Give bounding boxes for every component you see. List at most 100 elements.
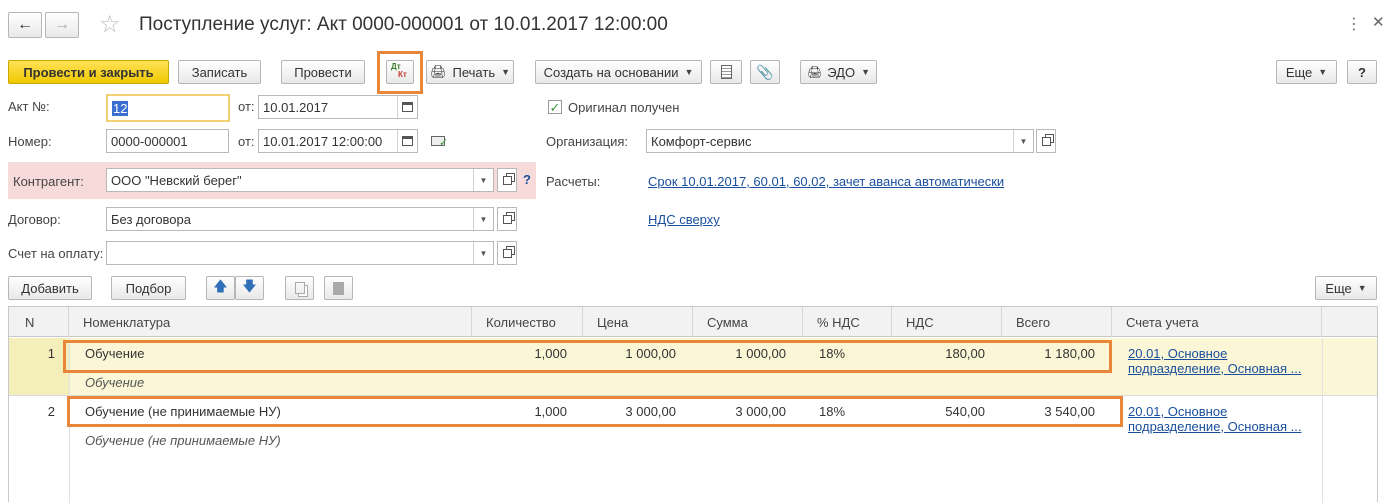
- number-label: Номер:: [8, 134, 52, 149]
- services-table[interactable]: N Номенклатура Количество Цена Сумма % Н…: [8, 306, 1378, 503]
- vat-cell[interactable]: 540,00: [892, 404, 985, 419]
- invoice-input[interactable]: ▼: [106, 241, 494, 265]
- sum-cell[interactable]: 3 000,00: [693, 404, 786, 419]
- accounts-link[interactable]: 20.01, Основное: [1128, 404, 1227, 419]
- print-button[interactable]: 🖨 Печать ▼: [426, 60, 514, 84]
- price-cell[interactable]: 1 000,00: [583, 346, 676, 361]
- chevron-down-icon: ▼: [1357, 283, 1367, 293]
- total-cell[interactable]: 1 180,00: [1002, 346, 1095, 361]
- organization-input[interactable]: Комфорт-сервис ▼: [646, 129, 1034, 153]
- column-header-label: Номенклатура: [83, 314, 171, 330]
- column-header-price[interactable]: Цена: [583, 307, 693, 337]
- dt-kt-button[interactable]: Дт Кт: [386, 60, 414, 84]
- more-icon[interactable]: ⋮: [1346, 14, 1362, 34]
- column-header-label: Счета учета: [1126, 314, 1199, 330]
- paste-icon: [333, 281, 344, 295]
- table-row[interactable]: 1 Обучение Обучение 1,000 1 000,00 1 000…: [9, 338, 1377, 395]
- copy-row-button[interactable]: [285, 276, 314, 300]
- column-header-vat[interactable]: НДС: [892, 307, 1002, 337]
- paperclip-icon: 📎: [756, 63, 774, 80]
- print-label: Печать: [452, 64, 496, 80]
- organization-open-button[interactable]: [1036, 129, 1056, 153]
- qty-cell[interactable]: 1,000: [472, 404, 567, 419]
- kt-text: Кт: [398, 70, 407, 79]
- pick-button[interactable]: Подбор: [111, 276, 186, 300]
- table-header: N Номенклатура Количество Цена Сумма % Н…: [9, 307, 1377, 337]
- chevron-down-icon[interactable]: ▼: [473, 242, 493, 264]
- document-icon: [720, 65, 732, 79]
- pick-label: Подбор: [125, 280, 172, 296]
- table-more-button[interactable]: Еще ▼: [1315, 276, 1377, 300]
- contract-open-button[interactable]: [497, 207, 517, 231]
- edo-button[interactable]: 🖨 ЭДО ▼: [800, 60, 877, 84]
- star-icon[interactable]: ☆: [99, 10, 121, 39]
- column-divider: [69, 338, 70, 503]
- number-input[interactable]: 0000-000001: [106, 129, 229, 153]
- save-label: Записать: [191, 64, 248, 80]
- vat-on-top-link[interactable]: НДС сверху: [648, 212, 720, 227]
- number-date-from-label: от:: [238, 134, 255, 149]
- item-name[interactable]: Обучение: [85, 346, 144, 361]
- help-button[interactable]: ?: [1347, 60, 1377, 84]
- more-button[interactable]: Еще ▼: [1276, 60, 1337, 84]
- attachment-button[interactable]: 📎: [750, 60, 780, 84]
- dt-kt-icon: Дт Кт: [391, 62, 409, 80]
- move-up-button[interactable]: 🡅: [206, 276, 235, 300]
- column-header-n[interactable]: N: [9, 307, 69, 337]
- sum-cell[interactable]: 1 000,00: [693, 346, 786, 361]
- contract-value: Без договора: [111, 211, 191, 227]
- arrow-right-icon: →: [54, 16, 70, 33]
- move-down-button[interactable]: 🡇: [235, 276, 264, 300]
- qty-cell[interactable]: 1,000: [472, 346, 567, 361]
- accounts-link-cont[interactable]: подразделение, Основная ...: [1128, 361, 1301, 376]
- close-icon[interactable]: ✕: [1372, 13, 1385, 31]
- vat-cell[interactable]: 180,00: [892, 346, 985, 361]
- organization-value: Комфорт-сервис: [651, 133, 752, 149]
- column-header-label: Сумма: [707, 314, 748, 330]
- vat-rate-cell[interactable]: 18%: [819, 404, 845, 419]
- paste-row-button[interactable]: [324, 276, 353, 300]
- edo-label: ЭДО: [827, 64, 856, 80]
- contractor-input[interactable]: ООО "Невский берег" ▼: [106, 168, 494, 192]
- contractor-open-button[interactable]: [497, 168, 517, 192]
- chevron-down-icon[interactable]: ▼: [473, 208, 493, 230]
- arrow-left-icon: ←: [17, 16, 33, 33]
- document-list-button[interactable]: [710, 60, 742, 84]
- column-header-total[interactable]: Всего: [1002, 307, 1112, 337]
- table-row[interactable]: 2 Обучение (не принимаемые НУ) Обучение …: [9, 396, 1377, 453]
- contract-input[interactable]: Без договора ▼: [106, 207, 494, 231]
- post-and-close-button[interactable]: Провести и закрыть: [8, 60, 169, 84]
- open-form-icon: [502, 214, 512, 224]
- original-received-checkbox[interactable]: ✓: [548, 100, 562, 114]
- more-label: Еще: [1285, 64, 1313, 80]
- row-number: 2: [47, 404, 55, 419]
- column-header-vat-rate[interactable]: % НДС: [803, 307, 892, 337]
- column-header-sum[interactable]: Сумма: [693, 307, 803, 337]
- invoice-open-button[interactable]: [497, 241, 517, 265]
- create-based-button[interactable]: Создать на основании ▼: [535, 60, 702, 84]
- back-button[interactable]: ←: [8, 12, 42, 38]
- column-header-item[interactable]: Номенклатура: [69, 307, 472, 337]
- column-header-accounts[interactable]: Счета учета: [1112, 307, 1322, 337]
- chevron-down-icon[interactable]: ▼: [1013, 130, 1033, 152]
- post-button[interactable]: Провести: [281, 60, 365, 84]
- chevron-down-icon[interactable]: ▼: [473, 169, 493, 191]
- vat-rate-cell[interactable]: 18%: [819, 346, 845, 361]
- add-row-button[interactable]: Добавить: [8, 276, 92, 300]
- save-button[interactable]: Записать: [178, 60, 261, 84]
- column-divider: [1322, 338, 1323, 503]
- accounts-link-cont[interactable]: подразделение, Основная ...: [1128, 419, 1301, 434]
- act-date-input[interactable]: 10.01.2017: [258, 95, 418, 119]
- contractor-help[interactable]: ?: [523, 172, 531, 187]
- calendar-icon[interactable]: [397, 96, 417, 118]
- settlements-link[interactable]: Срок 10.01.2017, 60.01, 60.02, зачет ава…: [648, 174, 1004, 189]
- number-date-input[interactable]: 10.01.2017 12:00:00: [258, 129, 418, 153]
- total-cell[interactable]: 3 540,00: [1002, 404, 1095, 419]
- calendar-icon[interactable]: [397, 130, 417, 152]
- accounts-link[interactable]: 20.01, Основное: [1128, 346, 1227, 361]
- forward-button[interactable]: →: [45, 12, 79, 38]
- item-name[interactable]: Обучение (не принимаемые НУ): [85, 404, 281, 419]
- price-cell[interactable]: 3 000,00: [583, 404, 676, 419]
- column-header-qty[interactable]: Количество: [472, 307, 583, 337]
- act-no-input[interactable]: 12: [106, 94, 230, 122]
